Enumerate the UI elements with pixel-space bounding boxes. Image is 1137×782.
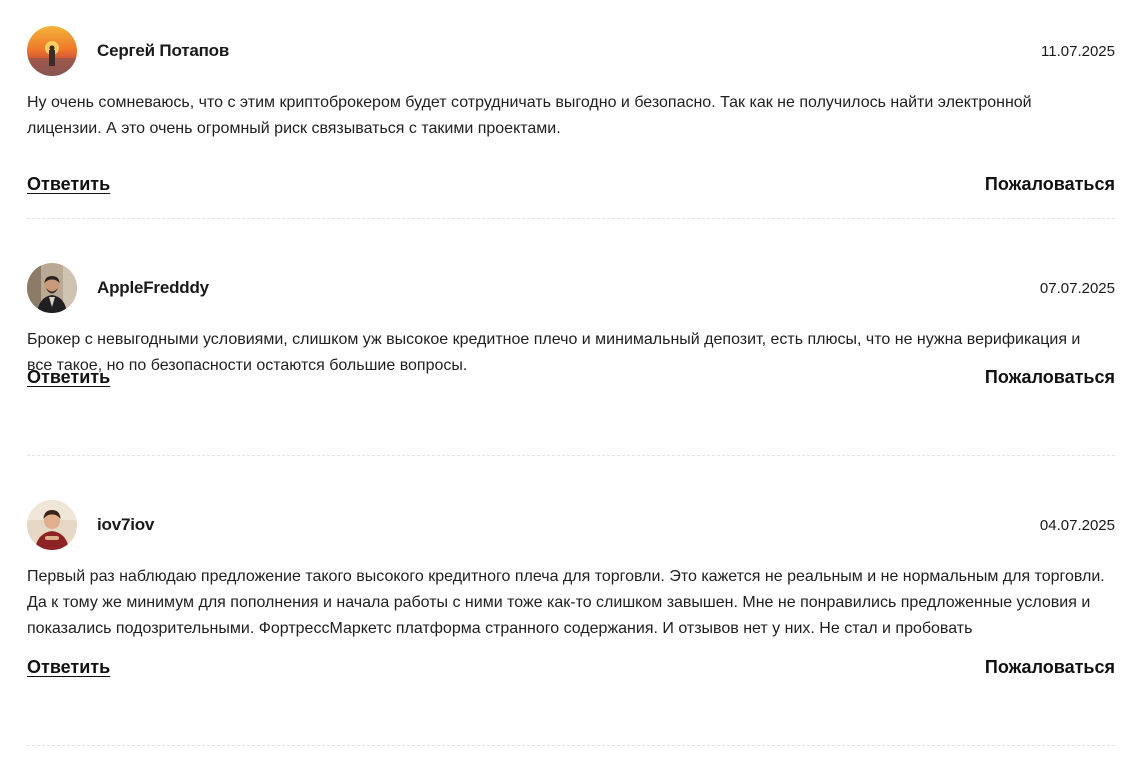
comment-actions: Ответить Пожаловаться (27, 657, 1115, 678)
comment-text: Ну очень сомневаюсь, что с этим криптобр… (27, 94, 1032, 137)
comment-actions: Ответить Пожаловаться (27, 174, 1115, 195)
comments-list: Сергей Потапов 11.07.2025 Ну очень сомне… (27, 0, 1115, 746)
comment-author: Сергей Потапов (97, 41, 230, 60)
reply-link[interactable]: Ответить (27, 367, 110, 388)
comment-text: Первый раз наблюдаю предложение такого в… (27, 568, 1105, 637)
complain-link[interactable]: Пожаловаться (985, 657, 1115, 678)
comment-actions: Ответить Пожаловаться (27, 367, 1115, 388)
avatar (27, 500, 77, 550)
comment-date: 04.07.2025 (1039, 516, 1115, 534)
comment-header: Сергей Потапов 11.07.2025 (27, 26, 1115, 76)
complain-link[interactable]: Пожаловаться (985, 174, 1115, 195)
reply-link[interactable]: Ответить (27, 174, 110, 195)
comment-header: iov7iov 04.07.2025 (27, 500, 1115, 550)
avatar (27, 26, 77, 76)
comment-date: 11.07.2025 (1041, 42, 1115, 60)
reply-link[interactable]: Ответить (27, 657, 110, 678)
comment-item: AppleFredddy 07.07.2025 Брокер с невыгод… (27, 219, 1115, 456)
avatar (27, 263, 77, 313)
comment-date: 07.07.2025 (1039, 279, 1115, 297)
comment-author: iov7iov (97, 515, 155, 534)
comment-item: Сергей Потапов 11.07.2025 Ну очень сомне… (27, 26, 1115, 219)
complain-link[interactable]: Пожаловаться (985, 367, 1115, 388)
comment-item: iov7iov 04.07.2025 Первый раз наблюдаю п… (27, 456, 1115, 746)
comment-header: AppleFredddy 07.07.2025 (27, 263, 1115, 313)
comment-author: AppleFredddy (97, 278, 209, 297)
